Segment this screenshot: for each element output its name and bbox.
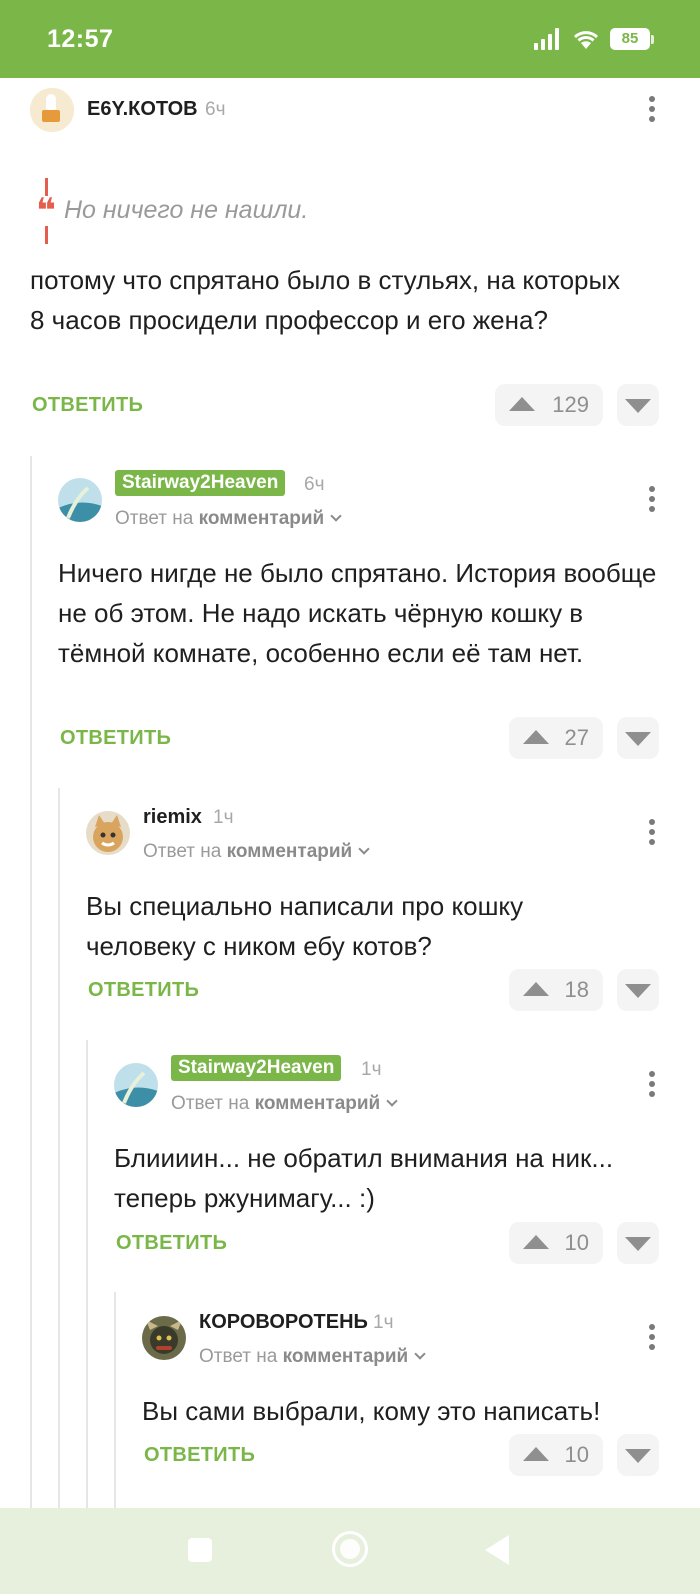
downvote-button[interactable]: [617, 1222, 659, 1264]
downvote-button[interactable]: [617, 384, 659, 426]
avatar[interactable]: [30, 88, 74, 132]
vote-count: 27: [564, 725, 589, 750]
quote-text: Но ничего не нашли.: [64, 196, 309, 224]
quote-block: ❝ Но ничего не нашли.: [30, 178, 430, 244]
wifi-icon: [573, 31, 599, 49]
arrow-down-icon: [625, 732, 651, 746]
chevron-down-icon: [330, 510, 342, 522]
status-icons: 85: [534, 28, 654, 50]
arrow-up-icon: [509, 397, 535, 411]
author-name[interactable]: riemix: [143, 806, 202, 829]
vote-count: 129: [552, 392, 589, 417]
downvote-button[interactable]: [617, 717, 659, 759]
back-icon[interactable]: [485, 1535, 509, 1565]
comment-time: 1ч: [213, 807, 234, 828]
reply-to-prefix: Ответ на: [143, 841, 222, 862]
avatar-image: [58, 478, 102, 522]
vote-count: 10: [564, 1442, 589, 1467]
chevron-down-icon: [386, 1095, 398, 1107]
arrow-up-icon: [523, 730, 549, 744]
avatar-image: [142, 1316, 186, 1360]
status-bar: 12:57 85: [0, 0, 700, 78]
vote-count: 10: [564, 1230, 589, 1255]
home-icon[interactable]: [332, 1531, 368, 1567]
reply-to-link[interactable]: Ответ на комментарий: [199, 1346, 426, 1368]
avatar-image: [30, 88, 74, 132]
reply-button[interactable]: ОТВЕТИТЬ: [88, 979, 199, 1002]
status-time: 12:57: [47, 25, 114, 53]
vote-count: 18: [564, 977, 589, 1002]
downvote-button[interactable]: [617, 969, 659, 1011]
upvote-button[interactable]: 27: [509, 717, 603, 759]
quote-icon: ❝: [36, 192, 56, 230]
comment-text: Ничего нигде не было спрятано. История в…: [58, 558, 657, 668]
arrow-down-icon: [625, 399, 651, 413]
reply-to-target: комментарий: [226, 841, 353, 862]
more-options-icon[interactable]: [642, 1071, 662, 1101]
thread-line: [30, 456, 32, 1508]
thread-line: [86, 1040, 88, 1508]
upvote-button[interactable]: 10: [509, 1434, 603, 1476]
more-options-icon[interactable]: [642, 486, 662, 516]
avatar[interactable]: [142, 1316, 186, 1360]
author-name[interactable]: Stairway2Heaven: [115, 470, 286, 496]
avatar-image: [114, 1063, 158, 1107]
comment-time: 1ч: [361, 1059, 382, 1080]
reply-to-prefix: Ответ на: [115, 508, 194, 529]
thread-line: [58, 788, 60, 1508]
comment-text: Вы сами выбрали, кому это написать!: [142, 1396, 601, 1426]
reply-button[interactable]: ОТВЕТИТЬ: [32, 394, 143, 417]
avatar-image: [86, 811, 130, 855]
arrow-down-icon: [625, 1449, 651, 1463]
battery-level: 85: [610, 28, 650, 50]
comment-time: 6ч: [205, 99, 226, 120]
comment-text: Вы специально написали про кошку человек…: [86, 891, 524, 961]
upvote-button[interactable]: 10: [509, 1222, 603, 1264]
author-name[interactable]: Stairway2Heaven: [171, 1055, 342, 1081]
upvote-button[interactable]: 129: [495, 384, 603, 426]
avatar[interactable]: [86, 811, 130, 855]
comment-text: Блиииин... не обратил внимания на ник...…: [114, 1143, 614, 1213]
chevron-down-icon: [358, 843, 370, 855]
more-options-icon[interactable]: [642, 1324, 662, 1354]
reply-to-target: комментарий: [282, 1346, 409, 1367]
arrow-down-icon: [625, 984, 651, 998]
author-name[interactable]: КОРОВОРОТЕНЬ: [199, 1311, 368, 1334]
comments-list: Е6Y.КОТОВ 6ч ❝ Но ничего не нашли. потом…: [0, 78, 700, 1508]
downvote-button[interactable]: [617, 1434, 659, 1476]
reply-to-link[interactable]: Ответ на комментарий: [143, 841, 370, 863]
signal-icon: [534, 28, 559, 50]
arrow-up-icon: [523, 1235, 549, 1249]
reply-to-target: комментарий: [254, 1093, 381, 1114]
reply-to-prefix: Ответ на: [171, 1093, 250, 1114]
reply-to-link[interactable]: Ответ на комментарий: [171, 1093, 398, 1115]
avatar[interactable]: [114, 1063, 158, 1107]
avatar[interactable]: [58, 478, 102, 522]
navigation-bar: [0, 1508, 700, 1594]
more-options-icon[interactable]: [642, 819, 662, 849]
chevron-down-icon: [414, 1348, 426, 1360]
reply-to-prefix: Ответ на: [199, 1346, 278, 1367]
arrow-up-icon: [523, 982, 549, 996]
comment-time: 1ч: [373, 1312, 394, 1333]
reply-to-target: комментарий: [198, 508, 325, 529]
arrow-up-icon: [523, 1447, 549, 1461]
upvote-button[interactable]: 18: [509, 969, 603, 1011]
thread-line: [114, 1292, 116, 1508]
recents-icon[interactable]: [188, 1538, 212, 1562]
more-options-icon[interactable]: [642, 96, 662, 126]
reply-button[interactable]: ОТВЕТИТЬ: [144, 1444, 255, 1467]
comment-text: потому что спрятано было в стульях, на к…: [30, 265, 621, 335]
reply-to-link[interactable]: Ответ на комментарий: [115, 508, 342, 530]
reply-button[interactable]: ОТВЕТИТЬ: [116, 1232, 227, 1255]
author-name[interactable]: Е6Y.КОТОВ: [87, 98, 198, 121]
arrow-down-icon: [625, 1237, 651, 1251]
comment-time: 6ч: [304, 474, 325, 495]
reply-button[interactable]: ОТВЕТИТЬ: [60, 727, 171, 750]
battery-icon: 85: [610, 28, 654, 50]
